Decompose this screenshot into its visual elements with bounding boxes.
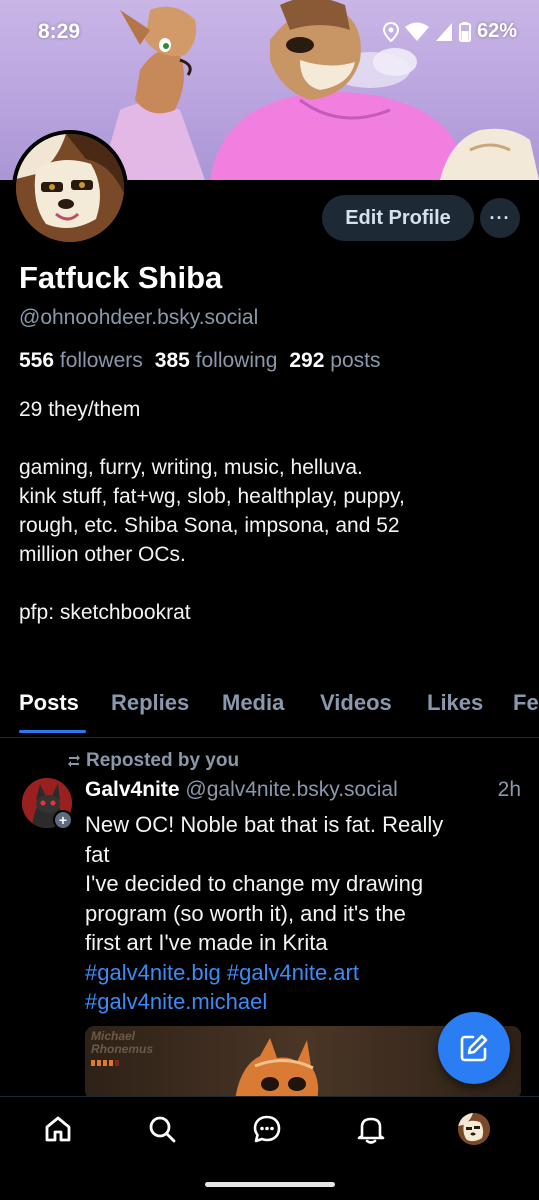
bio-line: gaming, furry, writing, music, helluva. [19, 456, 363, 479]
post-image-caption: Michael Rhonemus [91, 1030, 153, 1056]
posts-label: posts [330, 349, 381, 372]
compose-post-button[interactable] [438, 1012, 510, 1084]
bio-line: rough, etc. Shiba Sona, impsona, and 52 [19, 514, 400, 537]
post-hashtags[interactable]: #galv4nite.big #galv4nite.art [85, 958, 525, 988]
post-author-handle[interactable]: @galv4nite.bsky.social [185, 778, 397, 801]
followers-label: followers [59, 349, 143, 372]
search-icon [149, 1116, 176, 1143]
repost-indicator[interactable]: Reposted by you [66, 750, 239, 772]
posts-stat: 292 posts [289, 349, 380, 373]
nav-home[interactable] [40, 1111, 76, 1147]
repost-icon [68, 755, 80, 767]
profile-tabs: Posts Replies Media Videos Likes Fe [0, 686, 539, 738]
post-timestamp[interactable]: 2h [498, 778, 521, 802]
bell-icon [357, 1117, 385, 1144]
ellipsis-icon: ··· [489, 207, 511, 228]
profile-handle: @ohnoohdeer.bsky.social [19, 306, 259, 329]
status-time: 8:29 [38, 20, 81, 43]
following-stat[interactable]: 385 following [155, 349, 278, 373]
edit-profile-button[interactable]: Edit Profile [322, 195, 474, 241]
bio-line: kink stuff, fat+wg, slob, healthplay, pu… [19, 485, 405, 508]
following-label: following [195, 349, 278, 372]
gesture-handle[interactable] [205, 1182, 335, 1187]
signal-icon [435, 22, 452, 41]
post-body[interactable]: New OC! Noble bat that is fat. Really fa… [85, 810, 525, 1017]
repost-label: Reposted by you [86, 750, 240, 771]
status-bar: 8:29 62% [0, 0, 539, 62]
post-text-line: New OC! Noble bat that is fat. Really [85, 812, 444, 837]
post-hashtags[interactable]: #galv4nite.michael [85, 987, 525, 1017]
post-text-line: fat [85, 841, 110, 867]
location-icon [382, 21, 399, 42]
nav-profile[interactable] [456, 1111, 492, 1147]
following-count: 385 [154, 349, 190, 372]
bio-line: 29 they/them [19, 398, 141, 421]
compose-icon [460, 1034, 488, 1062]
profile-avatar[interactable] [12, 130, 128, 246]
status-icons: 62% [382, 20, 517, 43]
profile-bio: 29 they/them gaming, furry, writing, mus… [19, 395, 524, 627]
nav-chat[interactable] [249, 1111, 285, 1147]
battery-icon [458, 21, 471, 42]
avatar-artwork [16, 134, 124, 242]
tab-posts[interactable]: Posts [19, 690, 79, 716]
wifi-icon [404, 22, 429, 41]
bio-line: million other OCs. [19, 543, 186, 566]
post-author-name[interactable]: Galv4nite [85, 778, 180, 801]
followers-count: 556 [19, 349, 55, 372]
followers-stat[interactable]: 556 followers [19, 349, 143, 373]
post-text-line: I've decided to change my drawing [85, 871, 424, 896]
profile-avatar-icon [458, 1113, 490, 1145]
tab-feeds[interactable]: Fe [513, 690, 539, 716]
tab-likes[interactable]: Likes [427, 690, 483, 716]
post-header: Galv4nite @galv4nite.bsky.social [85, 778, 398, 802]
image-caption-line: Rhonemus [91, 1042, 154, 1056]
tab-videos[interactable]: Videos [320, 690, 392, 716]
chat-icon [253, 1115, 281, 1143]
tab-media[interactable]: Media [222, 690, 284, 716]
nav-search[interactable] [144, 1111, 180, 1147]
display-name: Fatfuck Shiba [19, 260, 223, 295]
profile-stats: 556 followers 385 following 292 posts [19, 349, 380, 373]
post-text-line: program (so worth it), and it's the [85, 900, 406, 926]
posts-count: 292 [289, 349, 325, 372]
home-icon [45, 1116, 71, 1142]
more-options-button[interactable]: ··· [480, 198, 520, 238]
battery-percent: 62% [476, 20, 517, 42]
bottom-navigation [0, 1096, 539, 1162]
active-tab-indicator [19, 730, 86, 733]
bio-line: pfp: sketchbookrat [19, 601, 191, 624]
tab-replies[interactable]: Replies [111, 690, 189, 716]
post-text-line: first art I've made in Krita [85, 930, 328, 955]
follow-plus-icon[interactable]: + [53, 810, 73, 830]
nav-notifications[interactable] [353, 1111, 389, 1147]
